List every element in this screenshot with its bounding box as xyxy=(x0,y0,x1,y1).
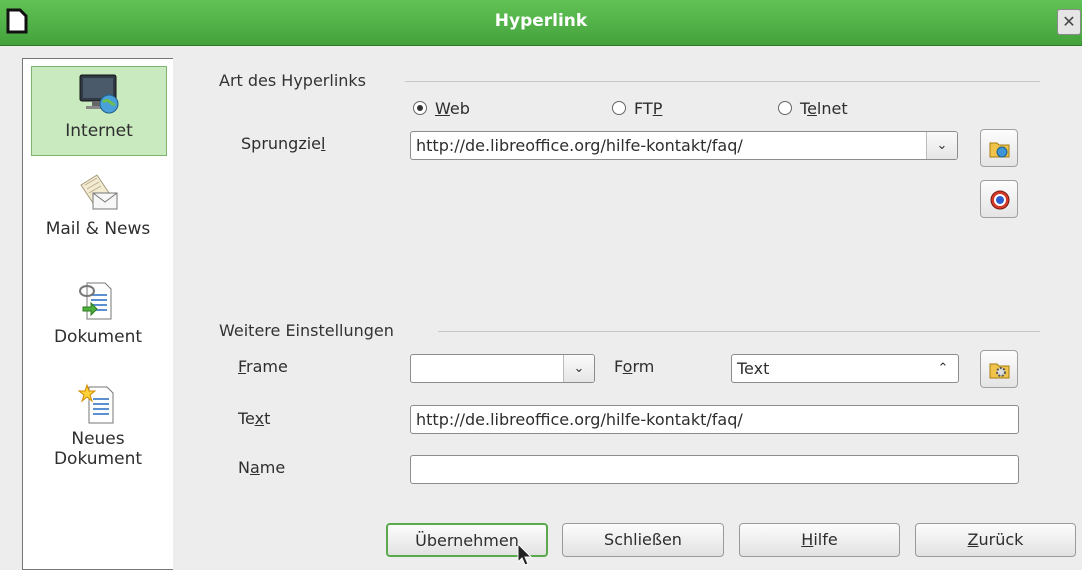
radio-telnet-label: Telnet xyxy=(800,99,848,118)
new-document-icon xyxy=(77,383,114,424)
separator xyxy=(405,81,1040,82)
chevron-down-icon[interactable]: ⌄ xyxy=(563,355,594,382)
open-file-button[interactable] xyxy=(980,129,1018,167)
close-button[interactable]: Schließen xyxy=(562,523,724,557)
target-label: Sprungziel xyxy=(241,134,326,153)
target-in-document-button[interactable] xyxy=(980,180,1018,218)
name-input[interactable] xyxy=(410,455,1019,484)
radio-indicator xyxy=(612,101,626,115)
radio-ftp[interactable]: FTP xyxy=(612,99,662,118)
frame-combobox[interactable]: ⌄ xyxy=(410,354,595,383)
text-input[interactable]: http://de.libreoffice.org/hilfe-kontakt/… xyxy=(410,405,1019,434)
sidebar-item-new-document[interactable]: Neues Dokument xyxy=(31,381,165,491)
folder-globe-icon xyxy=(989,142,1010,158)
frame-label: Frame xyxy=(238,357,288,376)
sidebar-item-label: Dokument xyxy=(53,327,143,347)
sidebar-item-label: Internet xyxy=(65,121,133,141)
reset-button[interactable]: Zurück xyxy=(915,523,1076,557)
folder-gear-icon xyxy=(989,363,1010,379)
mail-envelope-icon xyxy=(80,174,118,210)
sidebar-item-document[interactable]: Dokument xyxy=(31,277,165,367)
sidebar-item-label: Mail & News xyxy=(45,219,151,239)
text-label: Text xyxy=(238,409,271,428)
further-settings-heading: Weitere Einstellungen xyxy=(219,321,394,340)
radio-ftp-label: FTP xyxy=(634,99,663,118)
dialog-body: Internet Mail & News Dokument Neues Doku… xyxy=(0,46,1082,570)
events-button[interactable] xyxy=(980,350,1018,388)
monitor-globe-icon xyxy=(79,74,119,114)
sidebar-item-internet[interactable]: Internet xyxy=(31,66,167,156)
sidebar-item-label-line1: Neues xyxy=(71,429,125,449)
close-button-label: Schließen xyxy=(604,530,682,549)
target-url-value: http://de.libreoffice.org/hilfe-kontakt/… xyxy=(416,136,743,155)
radio-indicator xyxy=(778,101,792,115)
radio-selected-indicator xyxy=(413,101,427,115)
mouse-cursor-icon xyxy=(517,542,533,566)
window-close-button[interactable]: ✕ xyxy=(1057,9,1081,35)
close-icon: ✕ xyxy=(1062,12,1076,31)
radio-web[interactable]: Web xyxy=(413,99,470,118)
sidebar-item-label-line2: Dokument xyxy=(53,449,143,469)
hyperlink-type-heading: Art des Hyperlinks xyxy=(219,71,367,90)
hyperlink-category-sidebar: Internet Mail & News Dokument Neues Doku… xyxy=(22,58,173,570)
form-select[interactable]: Text ⌃ xyxy=(731,354,959,383)
help-button[interactable]: Hilfe xyxy=(739,523,900,557)
target-icon xyxy=(990,190,1010,210)
separator xyxy=(438,331,1040,332)
radio-web-label: Web xyxy=(435,99,470,118)
document-link-icon xyxy=(79,282,112,320)
chevron-down-icon[interactable]: ⌄ xyxy=(926,132,957,159)
window-title: Hyperlink xyxy=(494,11,588,31)
radio-telnet[interactable]: Telnet xyxy=(778,99,848,118)
name-label: Name xyxy=(238,458,286,477)
target-url-combobox[interactable]: http://de.libreoffice.org/hilfe-kontakt/… xyxy=(410,131,958,160)
reset-button-label: Zurück xyxy=(967,530,1024,549)
spin-updown-icon[interactable]: ⌃ xyxy=(928,355,958,382)
apply-button-label: Übernehmen xyxy=(415,531,519,550)
form-label: Form xyxy=(614,357,655,376)
sidebar-item-mail-news[interactable]: Mail & News xyxy=(31,171,165,261)
form-value: Text xyxy=(737,359,770,378)
help-button-label: Hilfe xyxy=(801,530,838,549)
text-value: http://de.libreoffice.org/hilfe-kontakt/… xyxy=(416,410,743,429)
title-bar: Hyperlink ✕ xyxy=(0,0,1082,46)
